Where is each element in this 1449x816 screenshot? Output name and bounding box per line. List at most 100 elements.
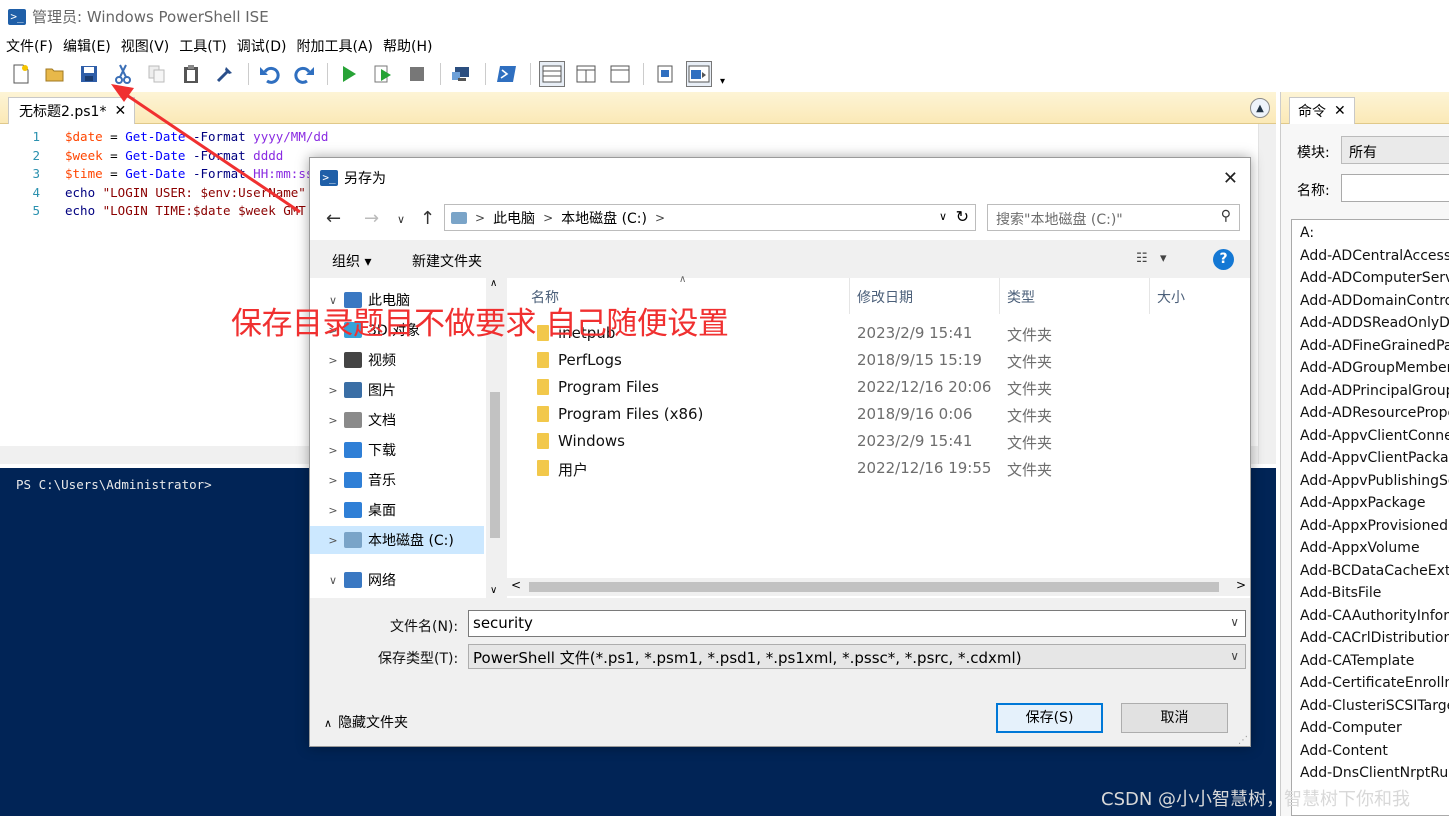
list-item[interactable]: Add-CertificateEnrollm bbox=[1300, 672, 1449, 695]
clear-icon[interactable] bbox=[212, 61, 238, 87]
powershell-icon[interactable] bbox=[494, 61, 520, 87]
breadcrumb-this-pc[interactable]: 此电脑 bbox=[493, 208, 535, 228]
save-icon[interactable] bbox=[76, 61, 102, 87]
breadcrumb-local-disk[interactable]: 本地磁盘 (C:) bbox=[561, 208, 647, 228]
column-date[interactable]: 修改日期 bbox=[857, 287, 913, 307]
cut-icon[interactable] bbox=[110, 61, 136, 87]
layout-max-icon[interactable] bbox=[607, 61, 633, 87]
list-item[interactable]: Add-DnsClientNrptRule bbox=[1300, 762, 1449, 785]
tree-item-pictures[interactable]: > 图片 bbox=[310, 376, 484, 404]
table-row[interactable]: Program Files 2022/12/16 20:06 文件夹 bbox=[537, 376, 1217, 403]
expander-icon[interactable]: > bbox=[322, 474, 344, 487]
list-item[interactable]: Add-AppxVolume bbox=[1300, 537, 1449, 560]
expander-icon[interactable]: > bbox=[322, 504, 344, 517]
search-input[interactable]: 搜索"本地磁盘 (C:)" ⚲ bbox=[987, 204, 1240, 231]
tree-item-local-disk[interactable]: > 本地磁盘 (C:) bbox=[310, 526, 484, 554]
list-item[interactable]: Add-BitsFile bbox=[1300, 582, 1449, 605]
tree-item-videos[interactable]: > 视频 bbox=[310, 346, 484, 374]
menu-tools[interactable]: 工具(T) bbox=[177, 36, 234, 56]
column-size[interactable]: 大小 bbox=[1157, 287, 1185, 307]
list-item[interactable]: Add-ADCentralAccessP bbox=[1300, 245, 1449, 268]
run-selection-icon[interactable] bbox=[370, 61, 396, 87]
scroll-up-icon[interactable]: ∧ bbox=[490, 278, 497, 289]
table-row[interactable]: 用户 2022/12/16 19:55 文件夹 bbox=[537, 457, 1217, 484]
paste-icon[interactable] bbox=[178, 61, 204, 87]
list-item[interactable]: Add-CAAuthorityInforn bbox=[1300, 605, 1449, 628]
list-item[interactable]: Add-ADDomainContro bbox=[1300, 290, 1449, 313]
list-item[interactable]: Add-Content bbox=[1300, 740, 1449, 763]
tree-item-music[interactable]: > 音乐 bbox=[310, 466, 484, 494]
address-bar[interactable]: > 此电脑 > 本地磁盘 (C:) > ∨ ↻ bbox=[444, 204, 976, 231]
command-list[interactable]: A: Add-ADCentralAccessP Add-ADComputerSe… bbox=[1291, 219, 1449, 816]
script-tab[interactable]: 无标题2.ps1* ✕ bbox=[8, 97, 136, 124]
close-icon[interactable]: ✕ bbox=[1223, 168, 1238, 189]
back-arrow-icon[interactable]: ← bbox=[326, 208, 341, 229]
tree-item-desktop[interactable]: > 桌面 bbox=[310, 496, 484, 524]
scroll-right-icon[interactable]: > bbox=[1236, 578, 1246, 592]
new-folder-button[interactable]: 新建文件夹 bbox=[412, 251, 482, 271]
list-item[interactable]: Add-CATemplate bbox=[1300, 650, 1449, 673]
list-item[interactable]: Add-ClusteriSCSITarge bbox=[1300, 695, 1449, 718]
table-row[interactable]: PerfLogs 2018/9/15 15:19 文件夹 bbox=[537, 349, 1217, 376]
show-script-icon[interactable] bbox=[652, 61, 678, 87]
forward-arrow-icon[interactable]: → bbox=[364, 208, 379, 229]
redo-icon[interactable] bbox=[291, 61, 317, 87]
up-arrow-icon[interactable]: ↑ bbox=[420, 208, 435, 229]
column-type[interactable]: 类型 bbox=[1007, 287, 1035, 307]
table-row[interactable]: Program Files (x86) 2018/9/16 0:06 文件夹 bbox=[537, 403, 1217, 430]
recent-locations-icon[interactable]: ∨ bbox=[397, 213, 405, 226]
show-commands-icon[interactable] bbox=[686, 61, 712, 87]
list-item[interactable]: Add-AppxProvisionedP bbox=[1300, 515, 1449, 538]
remote-icon[interactable] bbox=[449, 61, 475, 87]
menu-view[interactable]: 视图(V) bbox=[119, 36, 178, 56]
filetype-select[interactable]: PowerShell 文件(*.ps1, *.psm1, *.psd1, *.p… bbox=[468, 644, 1246, 669]
list-item[interactable]: Add-ADPrincipalGroup bbox=[1300, 380, 1449, 403]
filename-input[interactable]: security ∨ bbox=[468, 610, 1246, 637]
tree-item-downloads[interactable]: > 下载 bbox=[310, 436, 484, 464]
scroll-down-icon[interactable]: ∨ bbox=[490, 585, 497, 596]
tree-item-documents[interactable]: > 文档 bbox=[310, 406, 484, 434]
menu-help[interactable]: 帮助(H) bbox=[381, 36, 440, 56]
list-item[interactable]: Add-AppxPackage bbox=[1300, 492, 1449, 515]
list-item[interactable]: Add-CACrlDistribution bbox=[1300, 627, 1449, 650]
command-name-input[interactable] bbox=[1341, 174, 1449, 202]
menu-debug[interactable]: 调试(D) bbox=[235, 36, 295, 56]
new-file-icon[interactable] bbox=[8, 61, 34, 87]
cancel-button[interactable]: 取消 bbox=[1121, 703, 1228, 733]
chevron-down-icon[interactable]: ∨ bbox=[1230, 649, 1239, 663]
list-item[interactable]: Add-Computer bbox=[1300, 717, 1449, 740]
close-icon[interactable]: ✕ bbox=[1334, 103, 1346, 119]
list-item[interactable]: Add-AppvPublishingSe bbox=[1300, 470, 1449, 493]
scroll-left-icon[interactable]: < bbox=[511, 578, 521, 592]
refresh-icon[interactable]: ↻ bbox=[956, 207, 969, 226]
expander-icon[interactable]: > bbox=[322, 534, 344, 547]
column-separator[interactable] bbox=[1149, 278, 1150, 314]
close-icon[interactable]: ✕ bbox=[114, 103, 126, 119]
expander-icon[interactable]: > bbox=[322, 444, 344, 457]
save-button[interactable]: 保存(S) bbox=[996, 703, 1103, 733]
list-item[interactable]: Add-ADComputerServi bbox=[1300, 267, 1449, 290]
menu-file[interactable]: 文件(F) bbox=[4, 36, 61, 56]
list-item[interactable]: Add-ADDSReadOnlyDo bbox=[1300, 312, 1449, 335]
column-separator[interactable] bbox=[849, 278, 850, 314]
view-options-icon[interactable]: ☷ ▾ bbox=[1136, 251, 1167, 266]
list-item[interactable]: Add-ADGroupMember bbox=[1300, 357, 1449, 380]
organize-button[interactable]: 组织 ▾ bbox=[332, 251, 371, 271]
column-separator[interactable] bbox=[999, 278, 1000, 314]
stop-icon[interactable] bbox=[404, 61, 430, 87]
list-item[interactable]: Add-AppvClientConne bbox=[1300, 425, 1449, 448]
editor-vertical-scrollbar[interactable] bbox=[1258, 124, 1276, 464]
file-list-horizontal-scrollbar[interactable]: < > bbox=[507, 578, 1250, 596]
undo-icon[interactable] bbox=[257, 61, 283, 87]
tree-item-network[interactable]: ∨ 网络 bbox=[310, 566, 484, 594]
layout-top-icon[interactable] bbox=[539, 61, 565, 87]
collapse-pane-icon[interactable]: ▲ bbox=[1250, 98, 1270, 118]
copy-icon[interactable] bbox=[144, 61, 170, 87]
run-icon[interactable] bbox=[336, 61, 362, 87]
expander-icon[interactable]: > bbox=[322, 384, 344, 397]
help-icon[interactable]: ? bbox=[1213, 249, 1234, 270]
chevron-down-icon[interactable]: ∨ bbox=[1230, 615, 1239, 629]
menu-edit[interactable]: 编辑(E) bbox=[61, 36, 119, 56]
list-item[interactable]: Add-ADFineGrainedPa bbox=[1300, 335, 1449, 358]
table-row[interactable]: Windows 2023/2/9 15:41 文件夹 bbox=[537, 430, 1217, 457]
